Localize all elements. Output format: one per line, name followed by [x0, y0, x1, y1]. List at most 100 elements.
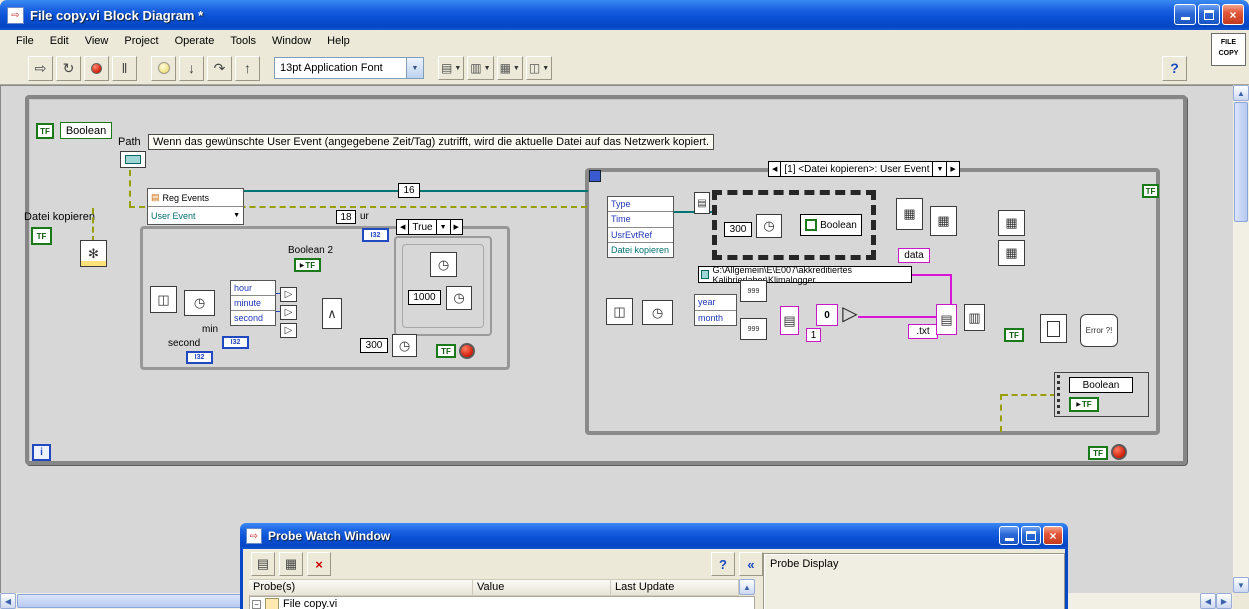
add-probe-button[interactable]: ▦: [279, 552, 303, 576]
wait-node-sequence[interactable]: ◷: [756, 214, 782, 238]
tree-expander-icon[interactable]: −: [252, 599, 261, 609]
select-node[interactable]: ▷: [840, 300, 860, 326]
get-datetime-node[interactable]: ◫: [150, 286, 177, 313]
column-header-last-update[interactable]: Last Update: [611, 579, 739, 596]
wait-node-inner[interactable]: ◷: [446, 286, 472, 310]
boolean-constant[interactable]: Boolean: [800, 214, 862, 236]
probe-close-button[interactable]: ×: [1043, 526, 1063, 545]
maximize-button[interactable]: [1198, 4, 1220, 25]
loop-stop-button[interactable]: [1111, 444, 1127, 460]
const-300-sequence[interactable]: 300: [724, 222, 752, 237]
probe-maximize-button[interactable]: [1021, 526, 1041, 545]
vertical-scroll-thumb[interactable]: [1234, 102, 1248, 222]
window-titlebar[interactable]: ⇨ File copy.vi Block Diagram * ×: [0, 0, 1249, 30]
align-objects-dropdown[interactable]: ▤ ▼: [438, 56, 465, 80]
probe-watch-window[interactable]: ⇨ Probe Watch Window × ▤ ▦ × ? « Probe(s…: [240, 523, 1068, 609]
const-1000[interactable]: 1000: [408, 290, 441, 305]
i32-terminal-min[interactable]: I32: [222, 336, 249, 349]
datetime-to-record-node-2[interactable]: ◷: [642, 300, 673, 325]
case-selector[interactable]: ◀ True ▼ ▶: [396, 219, 463, 235]
loop-condition-terminal[interactable]: TF: [1088, 446, 1108, 460]
menu-file[interactable]: File: [8, 32, 42, 50]
menu-window[interactable]: Window: [264, 32, 319, 50]
select-const-0[interactable]: 0: [816, 304, 838, 326]
delete-probe-button[interactable]: ×: [307, 552, 331, 576]
equal-node-1[interactable]: ▷: [280, 287, 297, 302]
event-data-node[interactable]: Type Time UsrEvtRef Datei kopieren: [607, 196, 674, 258]
step-out-button[interactable]: ↑: [235, 55, 260, 81]
menu-operate[interactable]: Operate: [167, 32, 223, 50]
menu-help[interactable]: Help: [319, 32, 358, 50]
date-bundle-node[interactable]: year month: [694, 294, 737, 326]
concatenate-strings-node-1[interactable]: ▤: [780, 306, 799, 335]
array-node-4[interactable]: ▦: [998, 240, 1025, 266]
step-over-button[interactable]: ↷: [207, 55, 232, 81]
iteration-terminal[interactable]: i: [32, 444, 51, 461]
boolean-terminal-icon[interactable]: TF: [36, 123, 54, 139]
pause-button[interactable]: ‖: [112, 55, 137, 81]
reorder-dropdown[interactable]: ◫ ▼: [525, 56, 553, 80]
probe-collapse-button[interactable]: «: [739, 552, 763, 576]
network-path-constant[interactable]: G:\Allgemein\E\E007\akkreditiertes Kalib…: [698, 265, 912, 285]
format-number-node-2[interactable]: 999: [740, 318, 767, 340]
boolean2-terminal[interactable]: ▶ TF: [294, 258, 321, 272]
font-selector[interactable]: 13pt Application Font ▼: [274, 57, 424, 79]
reg-events-dropdown-icon[interactable]: ▼: [233, 212, 240, 219]
highlight-execution-button[interactable]: [151, 55, 176, 81]
probe-list[interactable]: − File copy.vi: [249, 596, 755, 609]
probe-help-button[interactable]: ?: [711, 552, 735, 576]
abort-button[interactable]: [84, 55, 109, 81]
datei-kopieren-terminal[interactable]: TF: [31, 227, 52, 245]
wait-ms-node[interactable]: ◷: [430, 252, 457, 277]
equal-node-2[interactable]: ▷: [280, 305, 297, 320]
event-selector[interactable]: ◀ [1] <Datei kopieren>: User Event ▼ ▶: [768, 161, 960, 177]
concatenate-strings-node-2[interactable]: ▤: [936, 304, 957, 335]
datetime-to-record-node[interactable]: ◷: [184, 290, 215, 316]
event-next-icon[interactable]: ▶: [946, 162, 958, 176]
array-node-3[interactable]: ▦: [998, 210, 1025, 236]
menu-tools[interactable]: Tools: [222, 32, 264, 50]
resize-objects-dropdown[interactable]: ▦ ▼: [496, 56, 523, 80]
menu-edit[interactable]: Edit: [42, 32, 77, 50]
event-stop-pass-terminal[interactable]: TF: [1142, 184, 1159, 198]
scroll-left-button[interactable]: ◀: [0, 593, 16, 609]
case-stop-button[interactable]: [459, 343, 475, 359]
copy-file-node[interactable]: [1040, 314, 1067, 343]
probe-list-item[interactable]: − File copy.vi: [250, 597, 754, 609]
i32-terminal-second[interactable]: I32: [186, 351, 213, 364]
overwrite-terminal[interactable]: TF: [1004, 328, 1024, 342]
build-path-node[interactable]: ▥: [964, 304, 985, 331]
font-selector-dropdown-icon[interactable]: ▼: [406, 58, 423, 78]
run-button[interactable]: ⇨: [28, 55, 53, 81]
data-string-constant[interactable]: data: [898, 248, 930, 263]
case-prev-icon[interactable]: ◀: [397, 220, 408, 234]
boolean-indicator-group[interactable]: Boolean ▶ TF: [1054, 372, 1149, 417]
compound-and-node[interactable]: ∧: [322, 298, 342, 329]
i32-terminal-top[interactable]: I32: [362, 228, 389, 242]
vertical-scrollbar[interactable]: ▲ ▼: [1233, 85, 1249, 593]
horizontal-scroll-thumb[interactable]: [17, 594, 277, 608]
const-300-case[interactable]: 300: [360, 338, 388, 353]
step-into-button[interactable]: ↓: [179, 55, 204, 81]
event-timeout-icon[interactable]: [589, 170, 601, 182]
vi-icon-badge[interactable]: FILE COPY: [1211, 33, 1246, 66]
const-16[interactable]: 16: [398, 183, 420, 198]
case-stop-terminal[interactable]: TF: [436, 344, 456, 358]
diagram-comment[interactable]: Wenn das gewünschte User Event (angegebe…: [148, 134, 714, 150]
scroll-up-button[interactable]: ▲: [1233, 85, 1249, 101]
sequence-left-icon[interactable]: ▤: [694, 192, 710, 214]
menu-view[interactable]: View: [77, 32, 117, 50]
build-array-node-1[interactable]: ▦: [896, 198, 923, 230]
event-dropdown-icon[interactable]: ▼: [932, 162, 946, 176]
column-header-probes[interactable]: Probe(s): [249, 579, 473, 596]
path-control[interactable]: [120, 151, 146, 168]
event-prev-icon[interactable]: ◀: [769, 162, 780, 176]
time-bundle-node[interactable]: hour minute second: [230, 280, 276, 326]
register-events-node[interactable]: ▤ Reg Events User Event ▼: [147, 188, 244, 225]
get-datetime-node-2[interactable]: ◫: [606, 298, 633, 325]
subvi-icon[interactable]: ✻: [80, 240, 107, 267]
boolean-indicator-terminal[interactable]: ▶ TF: [1069, 397, 1099, 412]
new-probe-button[interactable]: ▤: [251, 552, 275, 576]
minimize-button[interactable]: [1174, 4, 1196, 25]
case-next-icon[interactable]: ▶: [449, 220, 462, 234]
